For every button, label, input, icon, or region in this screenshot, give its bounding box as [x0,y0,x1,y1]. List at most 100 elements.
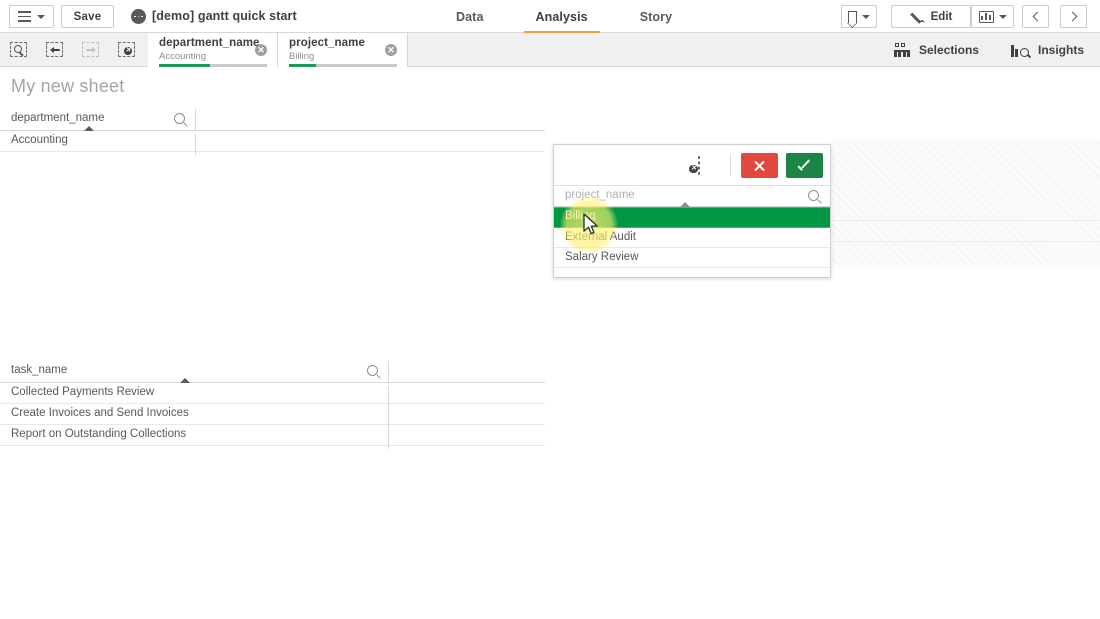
hatch-band-bottom [832,199,1100,267]
filter-value-row[interactable]: Report on Outstanding Collections [0,425,545,446]
step-forward-icon [82,42,99,57]
filter-pane-title: department_name [11,112,104,124]
pencil-icon [910,10,924,24]
step-back-icon [46,42,63,57]
main-menu-button[interactable] [9,5,54,28]
chip-meter-fill [159,64,210,67]
selection-popup: ✕ project_name Billing [553,144,831,278]
chevron-down-icon [37,15,45,19]
selection-popup-item-salary-review[interactable]: Salary Review [554,248,830,268]
chip-field-label: department_name [159,37,260,49]
nav-tab-analysis-label: Analysis [536,10,588,24]
popup-search-input[interactable]: project_name [565,189,635,201]
nav-tab-story[interactable]: Story [614,0,698,33]
chart-icon [979,11,994,23]
confirm-selection-button[interactable] [786,153,823,178]
filter-pane-task-name: task_name Collected Payments Review Crea… [0,361,545,447]
top-toolbar: Save [demo] gantt quick start Data Analy… [0,0,1100,33]
chip-value-label: Accounting [159,51,206,62]
selections-icon [894,43,910,57]
filter-value-label: Collected Payments Review [11,386,154,398]
app-title: [demo] gantt quick start [152,9,297,23]
clear-all-selections-button[interactable]: ✕ [108,33,144,66]
chip-meter-fill [289,64,316,67]
clear-selections-icon: ✕ [698,156,700,175]
popup-search-row[interactable]: project_name [554,186,830,207]
bookmark-icon [848,11,857,23]
step-forward-button[interactable] [72,33,108,66]
save-label: Save [74,11,102,23]
filter-pane-department-name: department_name Accounting [0,109,545,151]
selection-search-button[interactable] [0,33,36,66]
filter-value-label: Report on Outstanding Collections [11,428,186,440]
selection-chips: department_name Accounting ✕ project_nam… [148,33,408,67]
cancel-selection-button[interactable] [741,153,778,178]
chip-field-label: project_name [289,37,365,49]
popup-footer [554,268,830,277]
selection-search-icon [10,42,27,57]
insights-icon [1011,43,1029,57]
hamburger-icon [18,11,31,21]
selection-tools: ✕ [0,33,144,66]
chip-value-label: Billing [289,51,314,62]
filter-value-label: Accounting [11,134,68,146]
insights-button[interactable]: Insights [995,33,1100,67]
sheet-canvas: My new sheet department_name Accounting … [0,68,1100,619]
selection-popup-header: ✕ [554,145,830,186]
filter-pane-header: department_name [0,109,545,131]
chevron-down-icon [862,15,870,19]
chevron-left-icon [1032,12,1042,22]
filter-pane-title: task_name [11,364,67,376]
sheet-view-button[interactable] [971,5,1014,28]
selection-popup-list: Billing External Audit Salary Review [554,207,830,277]
main-navigation: Data Analysis Story [430,0,698,33]
edit-label: Edit [931,11,953,23]
nav-tab-data[interactable]: Data [430,0,510,33]
selection-bar-right: Selections Insights [878,33,1100,67]
nav-tab-data-label: Data [456,10,484,24]
selections-button[interactable]: Selections [878,33,995,67]
step-back-button[interactable] [36,33,72,66]
selection-popup-item-label: External Audit [565,231,636,243]
chevron-down-icon [999,15,1007,19]
search-icon[interactable] [367,365,378,376]
check-icon [798,160,812,171]
filter-value-row[interactable]: Collected Payments Review [0,383,545,404]
selections-label: Selections [919,43,979,57]
insights-label: Insights [1038,43,1084,57]
search-icon[interactable] [174,113,185,124]
popup-clear-selection-button[interactable]: ✕ [698,157,715,172]
search-icon[interactable] [808,190,819,201]
filter-value-row[interactable]: Accounting [0,131,545,152]
nav-tab-story-label: Story [640,10,672,24]
hatch-band-top [832,140,1100,199]
next-sheet-button[interactable] [1060,5,1087,28]
filter-value-row[interactable]: Create Invoices and Send Invoices [0,404,545,425]
close-icon [753,159,766,172]
filter-value-label: Create Invoices and Send Invoices [11,407,189,419]
sheet-title: My new sheet [11,76,124,97]
selection-popup-item-external-audit[interactable]: External Audit [554,228,830,248]
previous-sheet-button[interactable] [1022,5,1049,28]
selection-popup-item-label: Salary Review [565,251,639,263]
qlik-sense-app: Save [demo] gantt quick start Data Analy… [0,0,1100,619]
filter-pane-header: task_name [0,361,545,383]
chip-meter [159,64,267,67]
selection-popup-item-billing[interactable]: Billing [554,207,830,228]
selection-chip-department-name[interactable]: department_name Accounting ✕ [148,33,278,67]
chip-clear-icon[interactable]: ✕ [255,44,267,56]
edit-sheet-button[interactable]: Edit [891,5,971,28]
selection-bar: ✕ department_name Accounting ✕ project_n… [0,33,1100,67]
clear-selections-icon: ✕ [118,42,135,57]
nav-tab-analysis[interactable]: Analysis [510,0,614,33]
chip-clear-icon[interactable]: ✕ [385,44,397,56]
selection-chip-project-name[interactable]: project_name Billing ✕ [278,33,408,67]
sort-caret-icon [680,202,690,207]
selection-popup-item-label: Billing [565,210,596,222]
chevron-right-icon [1067,12,1077,22]
divider [730,154,731,176]
app-icon [131,9,146,24]
bookmarks-button[interactable] [841,5,877,28]
save-button[interactable]: Save [61,5,114,28]
chip-meter [289,64,397,67]
